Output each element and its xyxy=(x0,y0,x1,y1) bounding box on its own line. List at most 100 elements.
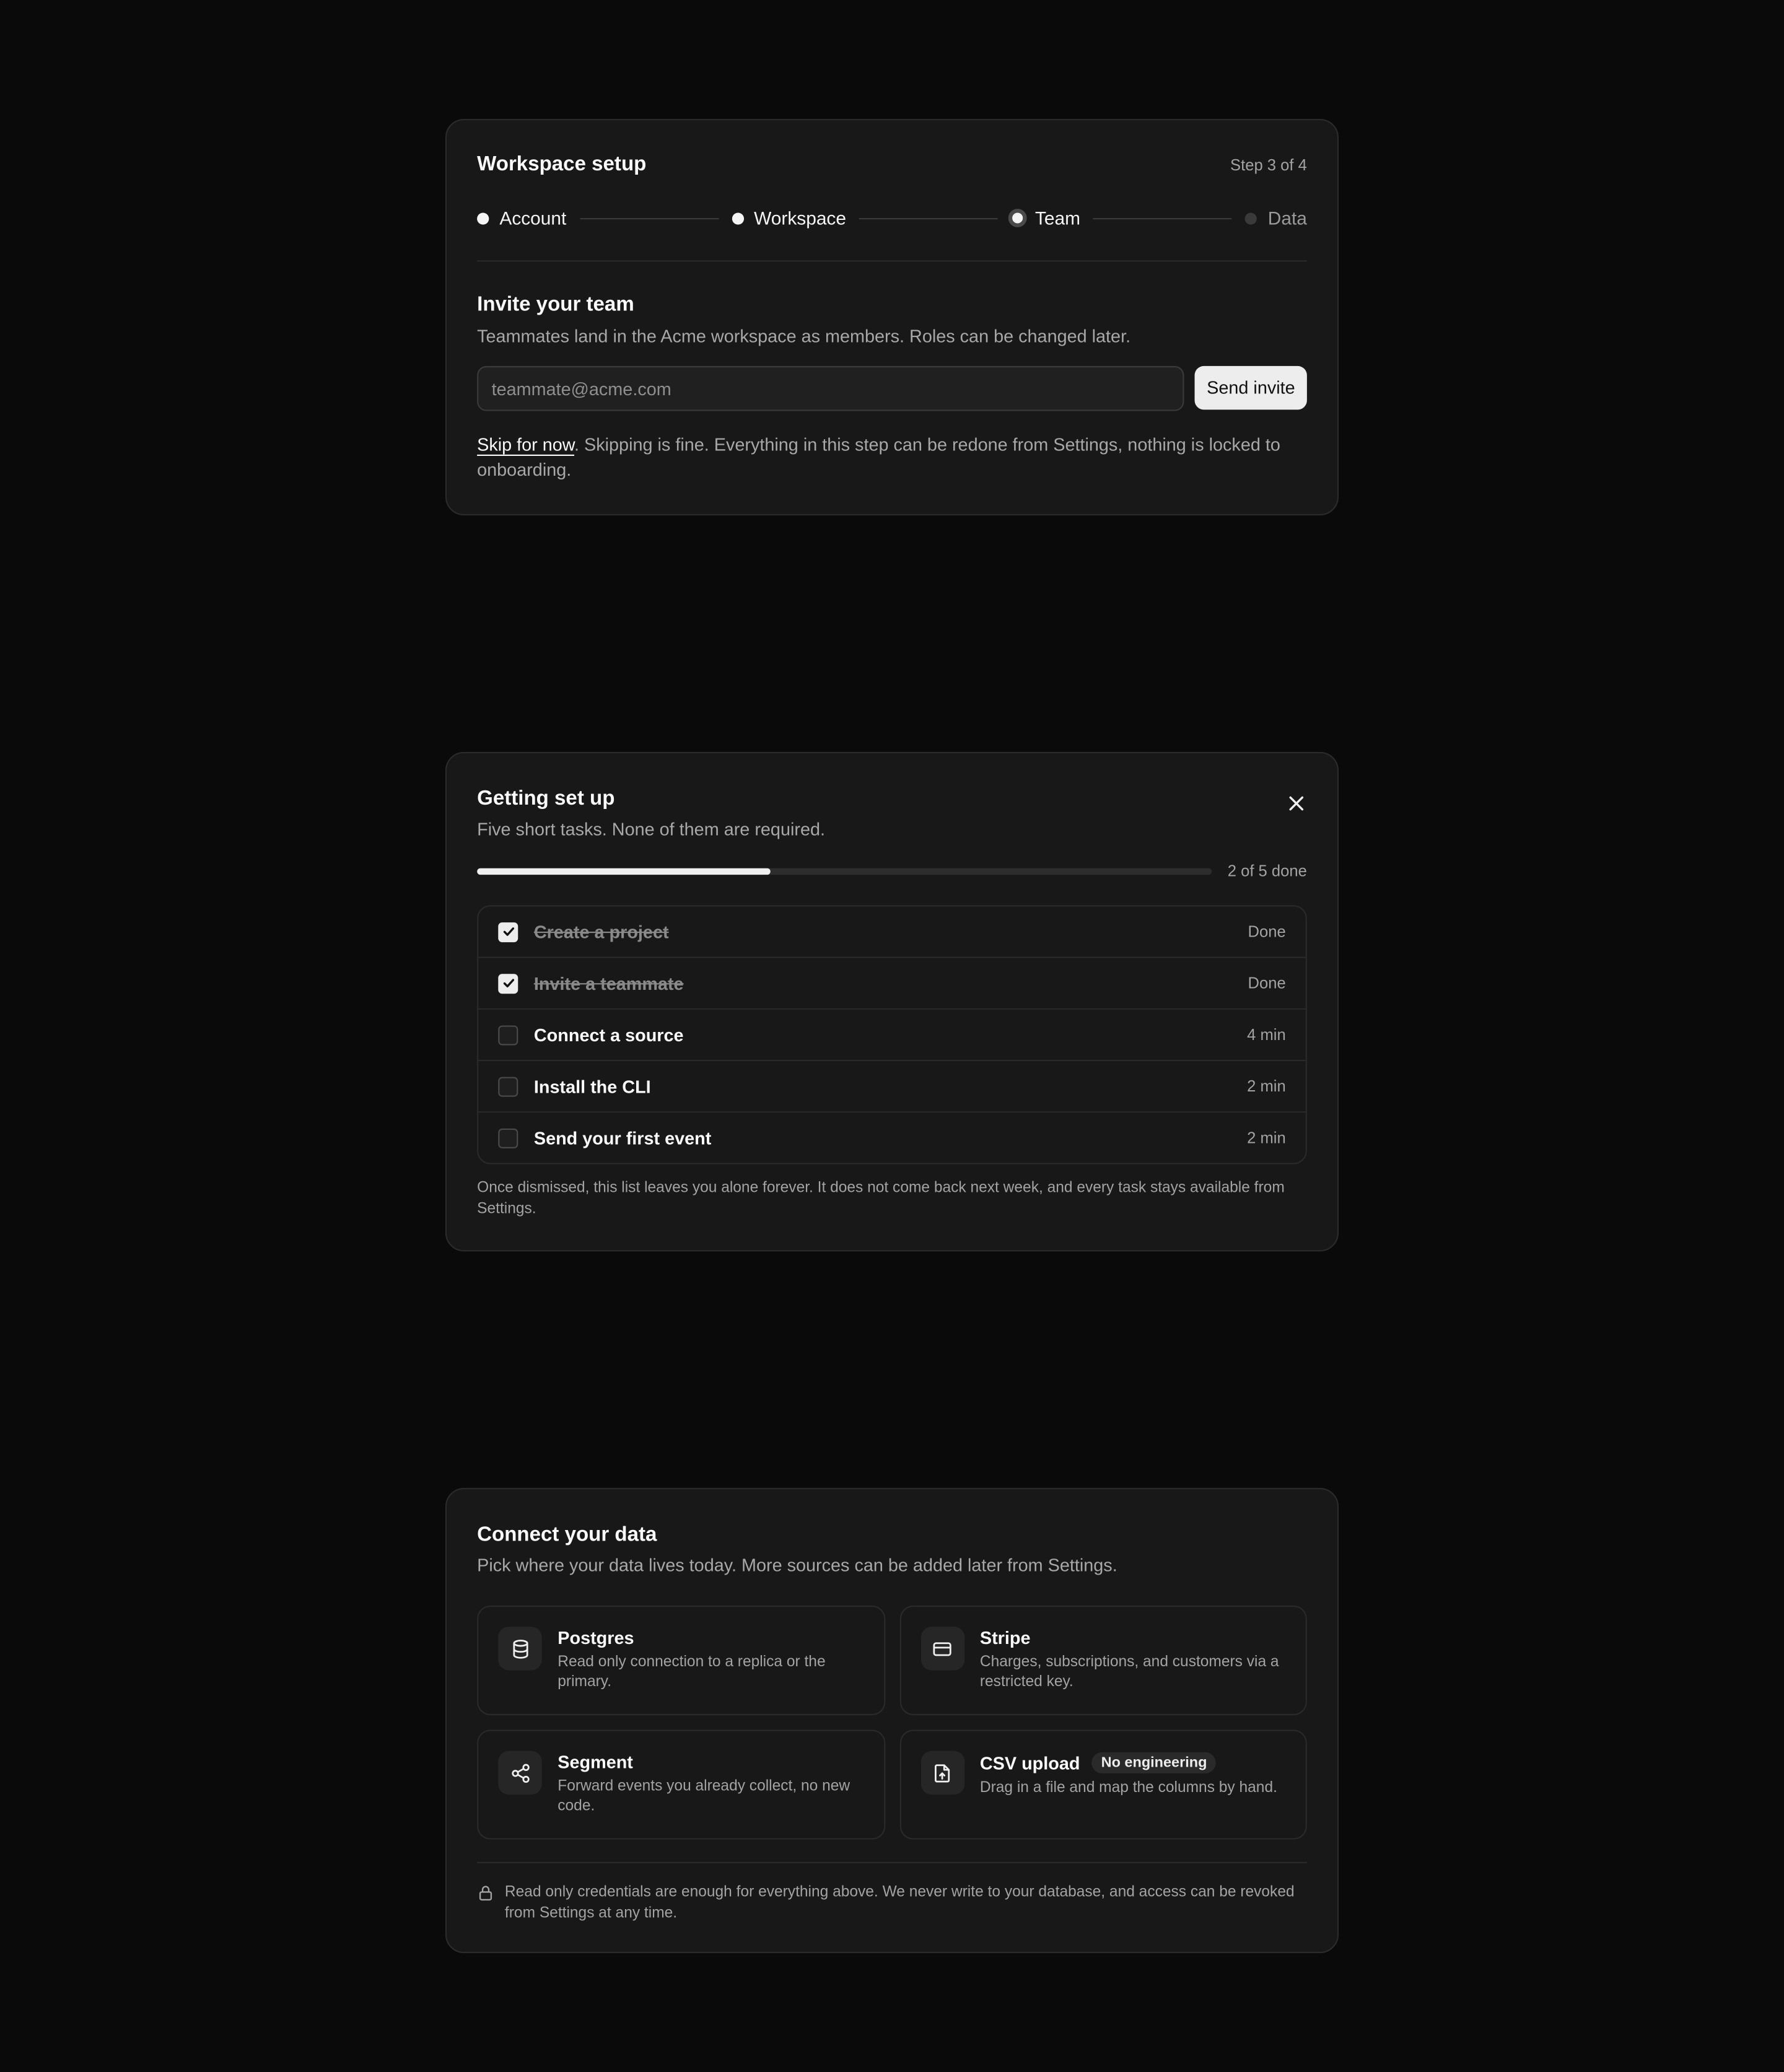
task-label: Invite a teammate xyxy=(533,973,684,994)
step-current-dot xyxy=(1008,209,1028,227)
task-meta: 2 min xyxy=(1247,1128,1286,1147)
task-meta: 2 min xyxy=(1247,1077,1286,1096)
invite-heading: Invite your team xyxy=(477,293,634,316)
setup-title: Workspace setup xyxy=(477,153,647,176)
share-icon xyxy=(511,1763,529,1783)
step-connector xyxy=(859,217,999,219)
source-icon-tile xyxy=(920,1627,964,1671)
task-label: Install the CLI xyxy=(533,1076,651,1096)
task-invite-teammate[interactable]: Invite a teammate Done xyxy=(478,956,1306,1008)
credentials-note-text: Read only credentials are enough for eve… xyxy=(504,1884,1295,1921)
email-input[interactable] xyxy=(477,365,1184,411)
source-postgres[interactable]: Postgres Read only connection to a repli… xyxy=(477,1605,885,1716)
source-name-text: Segment xyxy=(558,1752,633,1772)
source-desc: Read only connection to a replica or the… xyxy=(558,1654,826,1690)
step-label: Account xyxy=(499,207,567,229)
source-icon-tile xyxy=(498,1751,542,1795)
source-name: Stripe xyxy=(980,1628,1286,1648)
source-name: Segment xyxy=(558,1752,864,1772)
step-label: Workspace xyxy=(754,207,846,229)
task-list: Create a project Done Invite a teammate … xyxy=(477,905,1307,1165)
step-account[interactable]: Account xyxy=(477,208,566,229)
database-icon xyxy=(512,1639,528,1658)
task-create-project[interactable]: Create a project Done xyxy=(478,906,1305,956)
credit-card-icon xyxy=(933,1641,951,1656)
no-engineering-badge: No engineering xyxy=(1091,1752,1217,1773)
connect-header: Connect your data Pick where your data l… xyxy=(477,1524,1307,1575)
step-label: Data xyxy=(1267,207,1307,229)
step-complete-dot xyxy=(731,212,744,224)
task-send-first-event[interactable]: Send your first event 2 min xyxy=(478,1111,1306,1163)
skip-note-text: . Skipping is fine. Everything in this s… xyxy=(477,434,1280,480)
checkbox[interactable] xyxy=(498,1127,518,1148)
connect-title: Connect your data xyxy=(477,1523,657,1546)
source-name-text: Postgres xyxy=(558,1628,634,1648)
source-text: Stripe Charges, subscriptions, and custo… xyxy=(980,1627,1286,1694)
file-upload-icon xyxy=(935,1764,950,1782)
checkbox-checked[interactable] xyxy=(498,973,518,994)
step-connector xyxy=(1093,217,1233,219)
getting-set-up-card: Getting set up Five short tasks. None of… xyxy=(445,751,1339,1252)
source-stripe[interactable]: Stripe Charges, subscriptions, and custo… xyxy=(899,1605,1307,1716)
connect-data-card: Connect your data Pick where your data l… xyxy=(445,1488,1339,1954)
task-label: Create a project xyxy=(533,921,669,942)
source-name-text: Stripe xyxy=(979,1628,1031,1648)
source-name-text: CSV upload xyxy=(979,1752,1080,1773)
source-desc: Drag in a file and map the columns by ha… xyxy=(979,1780,1277,1796)
checkbox[interactable] xyxy=(498,1025,518,1045)
task-label: Connect a source xyxy=(533,1025,684,1045)
checklist-title: Getting set up xyxy=(477,787,615,810)
step-data[interactable]: Data xyxy=(1245,207,1307,229)
progress-bar xyxy=(477,867,1212,875)
source-text: Segment Forward events you already colle… xyxy=(558,1751,864,1819)
source-csv-upload[interactable]: CSV upload No engineering Drag in a file… xyxy=(899,1729,1307,1840)
task-connect-source[interactable]: Connect a source 4 min xyxy=(478,1008,1306,1060)
source-grid: Postgres Read only connection to a repli… xyxy=(477,1605,1307,1840)
workspace-setup-card: Workspace setup Step 3 of 4 Account Work… xyxy=(445,118,1339,515)
stepper: Account Workspace Team Data xyxy=(477,204,1307,233)
step-workspace[interactable]: Workspace xyxy=(731,207,846,229)
divider xyxy=(477,260,1307,262)
source-text: CSV upload No engineering Drag in a file… xyxy=(980,1751,1277,1819)
check-icon xyxy=(502,979,514,988)
checklist-subtitle: Five short tasks. None of them are requi… xyxy=(477,819,825,839)
source-desc: Forward events you already collect, no n… xyxy=(558,1778,850,1815)
send-invite-button[interactable]: Send invite xyxy=(1194,365,1307,410)
credentials-note: Read only credentials are enough for eve… xyxy=(477,1883,1307,1924)
invite-row: Send invite xyxy=(477,365,1307,411)
skip-for-now-link[interactable]: Skip for now xyxy=(477,435,574,455)
source-desc: Charges, subscriptions, and customers vi… xyxy=(979,1654,1279,1690)
source-icon-tile xyxy=(498,1627,542,1671)
task-install-cli[interactable]: Install the CLI 2 min xyxy=(478,1059,1306,1111)
source-name: Postgres xyxy=(558,1628,864,1648)
lock-icon xyxy=(479,1886,492,1901)
divider xyxy=(477,1861,1307,1863)
source-icon-tile xyxy=(920,1751,964,1795)
checklist-header: Getting set up Five short tasks. None of… xyxy=(477,787,1307,839)
close-button[interactable] xyxy=(1280,787,1312,819)
step-complete-dot xyxy=(477,212,489,224)
invite-section: Invite your team Teammates land in the A… xyxy=(477,294,1307,483)
progress-fill xyxy=(477,867,771,875)
setup-header: Workspace setup Step 3 of 4 xyxy=(477,153,1307,177)
step-connector xyxy=(579,217,719,219)
progress-label: 2 of 5 done xyxy=(1227,861,1307,880)
checkbox-checked[interactable] xyxy=(498,921,518,942)
close-icon xyxy=(1289,796,1304,811)
source-name: CSV upload No engineering xyxy=(980,1752,1277,1773)
step-counter: Step 3 of 4 xyxy=(1230,155,1307,175)
checkbox[interactable] xyxy=(498,1076,518,1096)
task-meta: 4 min xyxy=(1247,1025,1286,1044)
step-team[interactable]: Team xyxy=(1008,207,1080,229)
task-label: Send your first event xyxy=(533,1127,712,1148)
step-label: Team xyxy=(1034,207,1080,229)
invite-subtext: Teammates land in the Acme workspace as … xyxy=(477,326,1131,346)
task-meta: Done xyxy=(1248,974,1286,993)
connect-subtitle: Pick where your data lives today. More s… xyxy=(477,1555,1117,1575)
progress-row: 2 of 5 done xyxy=(477,859,1307,883)
skip-note: Skip for now. Skipping is fine. Everythi… xyxy=(477,432,1307,483)
check-icon xyxy=(502,927,514,936)
stage: Workspace setup Step 3 of 4 Account Work… xyxy=(0,0,1784,2072)
source-segment[interactable]: Segment Forward events you already colle… xyxy=(477,1729,885,1840)
source-text: Postgres Read only connection to a repli… xyxy=(558,1627,864,1694)
